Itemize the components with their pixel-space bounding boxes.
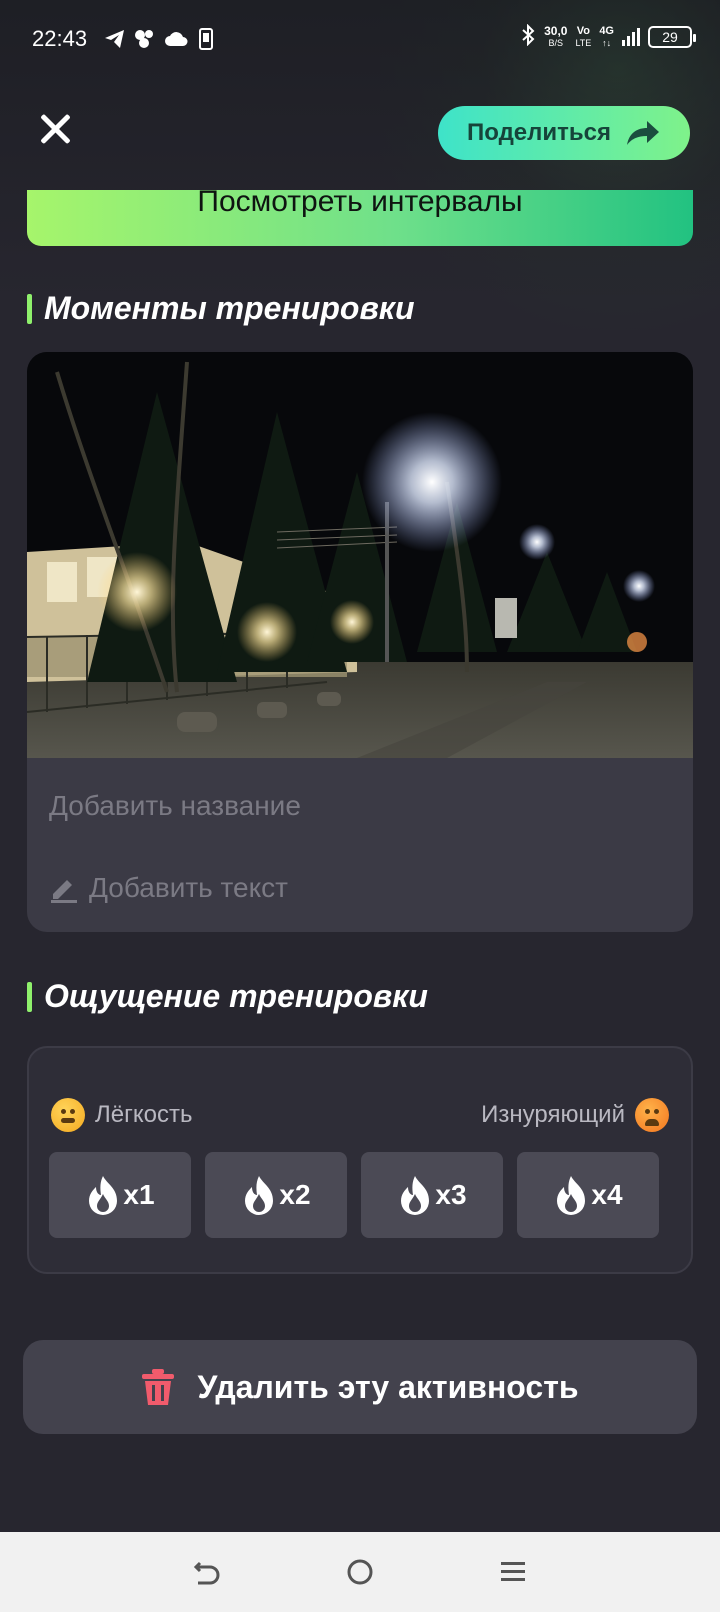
network-type: 4G ↑↓ <box>599 24 614 48</box>
effort-level-label: x4 <box>591 1179 623 1210</box>
system-navigation-bar <box>0 1532 720 1612</box>
volte-indicator: Vo LTE <box>575 24 592 48</box>
effort-level-2-button[interactable]: x2 <box>205 1152 347 1238</box>
easy-label: Лёгкость <box>95 1101 193 1128</box>
add-text-input[interactable]: Добавить текст <box>49 872 288 904</box>
flame-icon <box>401 1176 430 1215</box>
workout-photo[interactable] <box>27 352 693 758</box>
section-accent-bar <box>27 981 32 1012</box>
battery-icon: 29 <box>648 25 696 48</box>
menu-nav-button[interactable] <box>491 1550 535 1594</box>
share-button[interactable]: Поделиться <box>438 106 690 160</box>
view-intervals-label: Посмотреть интервалы <box>197 190 523 218</box>
effort-level-label: x1 <box>123 1179 155 1210</box>
hard-indicator: Изнуряющий <box>481 1098 669 1132</box>
app-notification-icon <box>134 28 156 50</box>
activity-detail-screen: 22:43 30,0 B/S Vo LTE 4G ↑↓ 29 Поделиться <box>0 0 720 1612</box>
home-circle-icon <box>347 1559 373 1585</box>
effort-level-3-button[interactable]: x3 <box>361 1152 503 1238</box>
hard-label: Изнуряющий <box>481 1101 625 1128</box>
smile-emoji-icon <box>51 1098 85 1132</box>
feeling-title: Ощущение тренировки <box>44 978 428 1014</box>
feeling-card: Лёгкость Изнуряющий x1 x2 x3 x4 <box>27 1046 693 1274</box>
back-icon <box>193 1561 220 1585</box>
status-bar: 22:43 30,0 B/S Vo LTE 4G ↑↓ 29 <box>0 0 720 80</box>
section-accent-bar <box>27 293 32 324</box>
effort-level-1-button[interactable]: x1 <box>49 1152 191 1238</box>
telegram-icon <box>104 28 126 50</box>
trash-icon <box>142 1369 175 1405</box>
cloud-icon <box>164 28 188 50</box>
effort-level-4-button[interactable]: x4 <box>517 1152 659 1238</box>
share-arrow-icon <box>627 121 660 145</box>
flame-icon <box>245 1176 274 1215</box>
net-speed: 30,0 B/S <box>544 23 568 48</box>
moments-card: Добавить название Добавить текст <box>27 352 693 932</box>
pencil-icon <box>51 880 77 903</box>
exhausted-emoji-icon <box>635 1098 669 1132</box>
battery-level: 29 <box>662 28 678 45</box>
status-right-group: 30,0 B/S Vo LTE 4G ↑↓ 29 <box>520 23 696 49</box>
add-title-input[interactable]: Добавить название <box>49 790 301 822</box>
device-icon <box>198 28 214 50</box>
menu-icon <box>501 1562 526 1581</box>
signal-icon <box>622 27 640 46</box>
easy-indicator: Лёгкость <box>51 1098 192 1132</box>
moments-title: Моменты тренировки <box>44 290 415 326</box>
effort-level-label: x2 <box>279 1179 311 1210</box>
delete-activity-button[interactable]: Удалить эту активность <box>23 1340 697 1434</box>
close-button[interactable] <box>34 108 76 150</box>
delete-activity-label: Удалить эту активность <box>197 1368 579 1405</box>
flame-icon <box>557 1176 586 1215</box>
share-label: Поделиться <box>466 119 612 146</box>
effort-level-label: x3 <box>435 1179 467 1210</box>
flame-icon <box>89 1176 118 1215</box>
home-nav-button[interactable] <box>338 1550 382 1594</box>
back-nav-button[interactable] <box>185 1550 229 1594</box>
view-intervals-button[interactable]: Посмотреть интервалы <box>27 190 693 246</box>
bluetooth-icon <box>520 23 536 49</box>
add-text-label: Добавить текст <box>89 872 288 903</box>
status-time: 22:43 <box>32 26 88 51</box>
moments-section-header: Моменты тренировки <box>27 290 415 327</box>
feeling-section-header: Ощущение тренировки <box>27 978 428 1015</box>
effort-level-options: x1 x2 x3 x4 <box>49 1152 659 1238</box>
